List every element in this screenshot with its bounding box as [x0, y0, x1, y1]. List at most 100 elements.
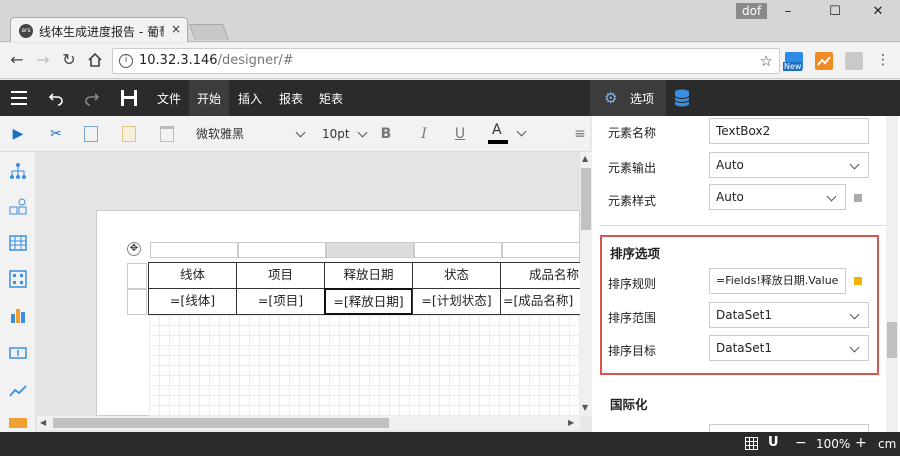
italic-button[interactable]: I — [414, 125, 434, 143]
line-chart-icon[interactable] — [9, 382, 27, 400]
sort-options-section: 排序选项 排序规则 =Fields!释放日期.Value 排序范围 DataSe… — [600, 235, 879, 375]
canvas-horizontal-scrollbar[interactable]: ◀ ▶ — [37, 416, 580, 430]
sort-section-title: 排序选项 — [610, 246, 661, 261]
more-tools-icon[interactable] — [9, 418, 27, 428]
table-data-cell[interactable]: =[计划状态] — [412, 288, 501, 315]
table-header-cell[interactable]: 释放日期 — [324, 262, 413, 289]
database-icon[interactable] — [674, 89, 690, 110]
table-header-cell[interactable]: 线体 — [148, 262, 237, 289]
scroll-left-icon[interactable]: ◀ — [40, 418, 46, 427]
menu-insert[interactable]: 插入 — [238, 90, 262, 107]
column-handle[interactable] — [150, 242, 238, 258]
preview-play-icon[interactable]: ▶ — [8, 125, 28, 143]
table-header-cell[interactable]: 项目 — [236, 262, 325, 289]
tab-options[interactable]: ⚙ 选项 — [590, 80, 666, 116]
back-arrow-icon[interactable]: ← — [8, 52, 26, 68]
browser-tab[interactable]: ars 线体生成进度报告 - 葡萄 × — [10, 17, 188, 42]
snap-toggle-icon[interactable]: U — [768, 435, 779, 450]
delete-icon[interactable] — [160, 126, 174, 142]
menu-file[interactable]: 文件 — [157, 90, 181, 107]
reload-icon[interactable]: ↻ — [60, 52, 78, 68]
column-handle[interactable] — [502, 242, 580, 258]
new-tab-button[interactable] — [189, 24, 229, 40]
element-name-input[interactable]: TextBox2 — [709, 118, 869, 144]
sort-target-label: 排序目标 — [608, 344, 657, 358]
forward-arrow-icon[interactable]: → — [34, 52, 52, 68]
scroll-down-icon[interactable]: ▼ — [582, 403, 588, 412]
row-handle[interactable] — [127, 289, 147, 315]
undo-icon[interactable] — [48, 90, 64, 109]
save-icon[interactable] — [120, 89, 138, 110]
paste-icon[interactable] — [122, 126, 136, 142]
home-icon[interactable] — [86, 52, 104, 71]
profile-badge[interactable]: dof — [736, 3, 768, 19]
divider — [600, 225, 892, 226]
browser-menu-icon[interactable]: ⋮ — [874, 52, 892, 68]
unit-select[interactable]: cm — [878, 437, 896, 451]
menu-matrix[interactable]: 矩表 — [319, 90, 343, 107]
sort-rule-label: 排序规则 — [608, 277, 657, 291]
format-toolbar: ▶ ✂ 微软雅黑 10pt B I U A ≡ — [0, 116, 590, 152]
site-info-icon[interactable]: i — [119, 54, 133, 68]
element-style-select[interactable]: Auto — [709, 184, 846, 210]
table-data-cell[interactable]: =[线体] — [148, 288, 237, 315]
move-handle-icon[interactable]: ✥ — [127, 242, 141, 256]
chevron-down-icon[interactable] — [516, 126, 527, 137]
column-handle[interactable] — [326, 242, 414, 258]
font-size-select[interactable]: 10pt — [322, 124, 368, 144]
sort-rule-input[interactable]: =Fields!释放日期.Value — [709, 268, 846, 294]
table-data-cell[interactable]: =[项目] — [236, 288, 325, 315]
bar-chart-icon[interactable] — [9, 306, 27, 324]
matrix-icon[interactable] — [9, 270, 27, 288]
extension-pdf-icon[interactable] — [845, 52, 863, 70]
zoom-out-button[interactable]: − — [795, 435, 807, 451]
scroll-thumb[interactable] — [887, 322, 897, 358]
grid-toggle-icon[interactable] — [745, 437, 758, 453]
sort-scope-select[interactable]: DataSet1 — [709, 302, 869, 328]
maximize-button[interactable]: ☐ — [825, 4, 845, 19]
extension-chart-icon[interactable] — [815, 52, 833, 70]
column-handle[interactable] — [238, 242, 326, 258]
textbox-icon[interactable] — [9, 344, 27, 362]
canvas-vertical-scrollbar[interactable]: ▲ ▼ — [580, 152, 592, 416]
bookmark-star-icon[interactable]: ☆ — [760, 52, 773, 70]
component-icon[interactable] — [9, 198, 27, 216]
more-options-icon[interactable]: ≡ — [570, 125, 590, 143]
bold-button[interactable]: B — [376, 125, 396, 143]
menu-report[interactable]: 报表 — [279, 90, 303, 107]
table-header-cell[interactable]: 成品名称 — [500, 262, 580, 289]
close-window-button[interactable]: ✕ — [868, 4, 888, 19]
hamburger-menu-icon[interactable] — [10, 90, 28, 109]
cut-icon[interactable]: ✂ — [46, 125, 66, 143]
url-bar[interactable]: i 10.32.3.146/designer/# ☆ — [112, 48, 780, 74]
copy-icon[interactable] — [84, 126, 98, 142]
table-header-cell[interactable]: 状态 — [412, 262, 501, 289]
status-bar: U − 100% + cm — [0, 432, 900, 456]
row-handle[interactable] — [127, 263, 147, 289]
zoom-in-button[interactable]: + — [855, 435, 867, 451]
org-tree-icon[interactable] — [9, 162, 27, 180]
underline-button[interactable]: U — [450, 125, 470, 143]
extension-new-icon[interactable]: New — [783, 52, 803, 71]
table-data-cell-selected[interactable]: =[释放日期] — [324, 288, 413, 315]
table-data-cell[interactable]: =[成品名称] — [500, 288, 580, 315]
redo-icon[interactable] — [84, 90, 100, 109]
scroll-thumb[interactable] — [53, 418, 389, 428]
i18n-section-title: 国际化 — [610, 397, 648, 412]
scroll-thumb[interactable] — [581, 168, 591, 230]
sort-target-select[interactable]: DataSet1 — [709, 335, 869, 361]
font-family-select[interactable]: 微软雅黑 — [196, 124, 308, 144]
sort-rule-expression-marker[interactable] — [854, 277, 862, 285]
font-color-button[interactable]: A — [488, 122, 510, 146]
column-handle[interactable] — [414, 242, 502, 258]
menu-start-tab[interactable]: 开始 — [189, 80, 229, 116]
scroll-right-icon[interactable]: ▶ — [568, 418, 574, 427]
table-icon[interactable] — [9, 234, 27, 252]
element-output-select[interactable]: Auto — [709, 152, 869, 178]
scroll-up-icon[interactable]: ▲ — [582, 154, 588, 163]
tab-close-icon[interactable]: × — [171, 22, 181, 36]
style-expression-marker[interactable] — [854, 194, 862, 202]
panel-scrollbar[interactable] — [886, 116, 898, 432]
minimize-button[interactable]: – — [778, 4, 798, 19]
property-panel-header: ⚙ 选项 — [590, 80, 900, 116]
